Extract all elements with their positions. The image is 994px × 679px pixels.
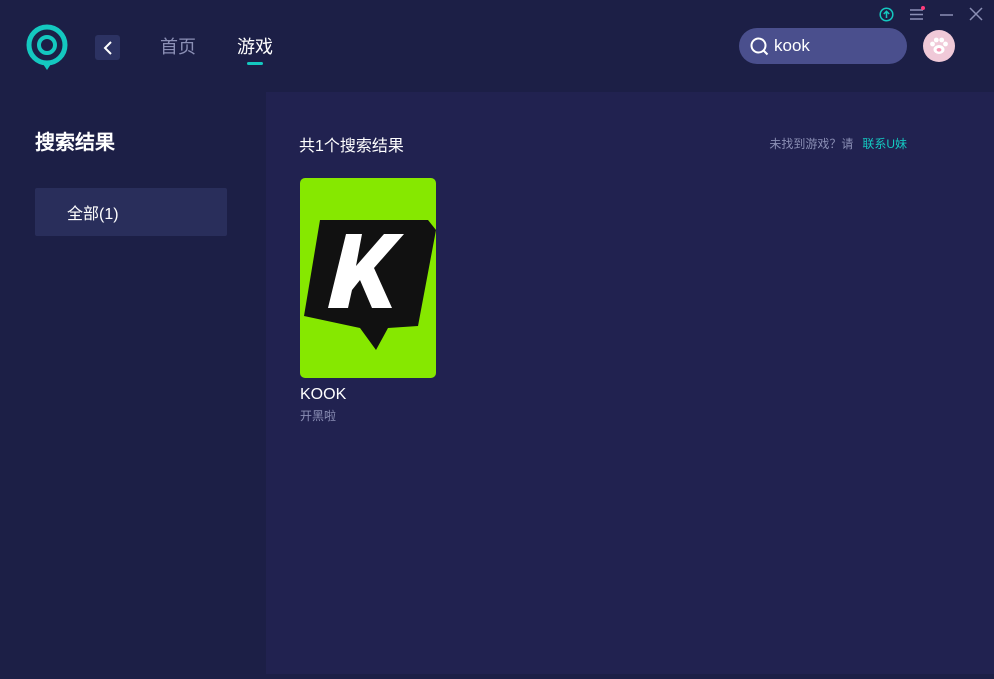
- app-logo-icon[interactable]: [26, 24, 68, 72]
- results-panel: 共1个搜索结果 未找到游戏？请 联系U妹 KOOK 开黑啦: [266, 92, 994, 674]
- search-box: [739, 28, 907, 64]
- result-count: 共1个搜索结果: [299, 138, 404, 155]
- sidebar: 搜索结果 全部(1): [0, 92, 266, 679]
- nav-home[interactable]: 首页: [160, 36, 196, 58]
- window-controls: [878, 6, 984, 22]
- top-bar: 首页 游戏: [0, 0, 994, 92]
- search-input[interactable]: [774, 36, 894, 56]
- sidebar-title: 搜索结果: [35, 132, 115, 154]
- paw-avatar-icon: [930, 37, 948, 54]
- game-cover[interactable]: [300, 178, 436, 378]
- menu-icon[interactable]: [908, 6, 925, 22]
- notification-dot: [921, 6, 925, 10]
- not-found-text: 未找到游戏？请: [769, 137, 854, 151]
- close-icon[interactable]: [968, 6, 984, 22]
- search-icon: [750, 37, 769, 55]
- back-button[interactable]: [95, 35, 120, 60]
- kook-logo-icon: [304, 220, 436, 350]
- minimize-icon[interactable]: [938, 6, 954, 22]
- contact-link[interactable]: 联系U妹: [862, 135, 907, 152]
- game-desc: 开黑啦: [300, 409, 337, 423]
- filter-all[interactable]: 全部(1): [35, 188, 227, 236]
- nav-games[interactable]: 游戏: [237, 36, 273, 58]
- chevron-left-icon: [103, 40, 112, 55]
- upload-circle-icon[interactable]: [878, 6, 894, 22]
- main-nav: 首页 游戏: [160, 36, 273, 58]
- not-found-hint: 未找到游戏？请 联系U妹: [769, 135, 907, 152]
- avatar[interactable]: [923, 30, 955, 62]
- game-card[interactable]: KOOK 开黑啦: [300, 178, 436, 424]
- game-name: KOOK: [300, 386, 347, 403]
